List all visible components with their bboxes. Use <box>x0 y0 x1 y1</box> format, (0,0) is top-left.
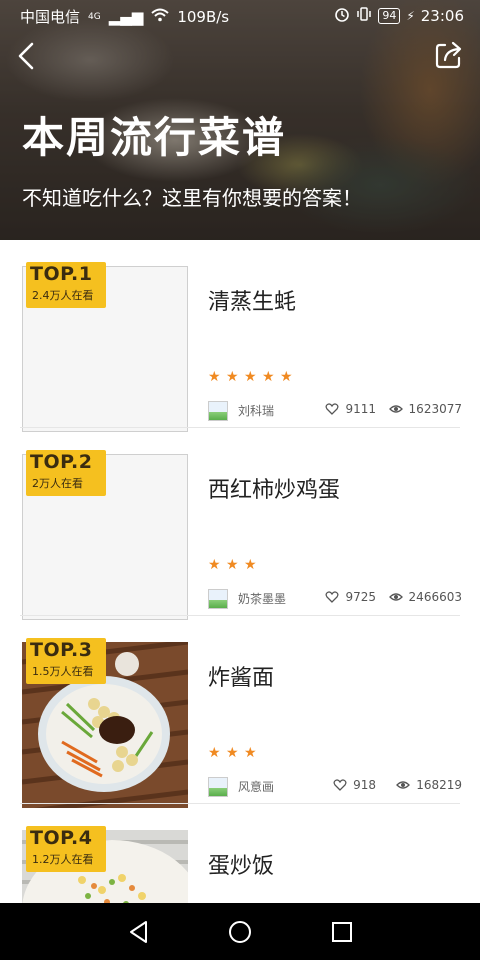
views-value: 2466603 <box>408 590 462 604</box>
eye-icon <box>388 405 403 413</box>
author-name[interactable]: 风意画 <box>238 778 274 795</box>
circle-home-icon <box>229 921 251 943</box>
heart-icon <box>333 779 347 791</box>
star-icon: ★ <box>226 745 239 761</box>
rank-badge: TOP.1 2.4万人在看 <box>26 262 106 308</box>
star-icon: ★ <box>226 369 239 385</box>
nav-recents-button[interactable] <box>329 919 355 945</box>
clock: 23:06 <box>420 7 464 25</box>
star-icon: ★ <box>208 557 221 573</box>
views-count: 1623077 <box>388 402 462 416</box>
recipe-title: 蛋炒饭 <box>208 854 275 879</box>
star-icon: ★ <box>244 369 257 385</box>
page-subtitle: 不知道吃什么？这里有你想要的答案！ <box>22 186 362 210</box>
eye-icon <box>388 593 403 601</box>
recipe-card-2[interactable]: TOP.2 2万人在看 西红柿炒鸡蛋 ★ ★ ★ 奶茶墨墨 9725 24666… <box>0 428 480 620</box>
rank-badge: TOP.2 2万人在看 <box>26 450 106 496</box>
alarm-icon <box>334 6 350 26</box>
rating-stars: ★ ★ ★ <box>208 746 258 760</box>
rank-badge: TOP.4 1.2万人在看 <box>26 826 106 872</box>
star-icon: ★ <box>244 557 257 573</box>
likes-count: 9111 <box>325 402 376 416</box>
eye-icon <box>396 781 411 789</box>
author-name[interactable]: 刘科瑞 <box>238 402 274 419</box>
network-speed: 109B/s <box>177 7 230 26</box>
charging-icon: ⚡ <box>406 9 415 23</box>
back-button[interactable] <box>14 40 42 72</box>
recipe-meta: 刘科瑞 9111 1623077 <box>208 400 462 422</box>
vibrate-icon <box>356 6 372 26</box>
likes-value: 918 <box>353 778 376 792</box>
recipe-card-3[interactable]: TOP.3 1.5万人在看 炸酱面 ★ ★ ★ 风意画 918 168219 <box>0 616 480 808</box>
square-recents-icon <box>332 922 352 942</box>
heart-icon <box>325 403 339 415</box>
avatar[interactable] <box>208 589 228 609</box>
carrier-label: 中国电信 <box>20 8 81 26</box>
viewers-label: 1.2万人在看 <box>32 853 94 866</box>
rating-stars: ★ ★ ★ <box>208 558 258 572</box>
share-icon <box>435 41 462 69</box>
system-nav-bar <box>0 903 480 960</box>
heart-icon <box>325 591 339 603</box>
author-name[interactable]: 奶茶墨墨 <box>238 590 286 607</box>
likes-count: 918 <box>333 778 376 792</box>
status-right: 94 ⚡ 23:06 <box>334 6 464 26</box>
rating-stars: ★ ★ ★ ★ ★ <box>208 370 294 384</box>
star-icon: ★ <box>208 369 221 385</box>
rank-label: TOP.1 <box>30 263 93 285</box>
star-icon: ★ <box>262 369 275 385</box>
views-count: 168219 <box>396 778 462 792</box>
recipe-title: 西红柿炒鸡蛋 <box>208 478 341 503</box>
views-count: 2466603 <box>388 590 462 604</box>
hero-banner: 中国电信 4G ▂▄▆ 109B/s 94 ⚡ 23:06 本周流行菜谱 不知道… <box>0 0 480 240</box>
star-icon: ★ <box>226 557 239 573</box>
star-icon: ★ <box>244 745 257 761</box>
star-icon: ★ <box>208 745 221 761</box>
recipe-card-1[interactable]: TOP.1 2.4万人在看 清蒸生蚝 ★ ★ ★ ★ ★ 刘科瑞 9111 16… <box>0 240 480 432</box>
recipe-card-4[interactable]: TOP.4 1.2万人在看 蛋炒饭 <box>0 804 480 903</box>
battery-indicator: 94 <box>378 8 401 24</box>
recipe-list[interactable]: TOP.1 2.4万人在看 清蒸生蚝 ★ ★ ★ ★ ★ 刘科瑞 9111 16… <box>0 240 480 903</box>
rank-label: TOP.3 <box>30 639 93 661</box>
likes-value: 9111 <box>345 402 376 416</box>
recipe-title: 炸酱面 <box>208 666 275 691</box>
page-title: 本周流行菜谱 <box>22 113 287 162</box>
viewers-label: 2万人在看 <box>32 477 83 490</box>
wifi-icon <box>151 8 169 26</box>
share-button[interactable] <box>434 40 464 70</box>
rank-badge: TOP.3 1.5万人在看 <box>26 638 106 684</box>
recipe-meta: 风意画 918 168219 <box>208 776 462 798</box>
views-value: 1623077 <box>408 402 462 416</box>
chevron-left-icon <box>18 42 34 70</box>
star-icon: ★ <box>280 369 293 385</box>
likes-count: 9725 <box>325 590 376 604</box>
recipe-meta: 奶茶墨墨 9725 2466603 <box>208 588 462 610</box>
viewers-label: 2.4万人在看 <box>32 289 94 302</box>
nav-back-button[interactable] <box>126 919 152 945</box>
likes-value: 9725 <box>345 590 376 604</box>
avatar[interactable] <box>208 777 228 797</box>
avatar[interactable] <box>208 401 228 421</box>
signal-bars-icon: ▂▄▆ <box>108 7 144 26</box>
rank-label: TOP.4 <box>30 827 93 849</box>
status-left: 中国电信 4G ▂▄▆ 109B/s <box>20 6 229 27</box>
viewers-label: 1.5万人在看 <box>32 665 94 678</box>
triangle-back-icon <box>130 921 147 943</box>
recipe-title: 清蒸生蚝 <box>208 290 297 315</box>
status-bar: 中国电信 4G ▂▄▆ 109B/s 94 ⚡ 23:06 <box>0 0 480 32</box>
views-value: 168219 <box>416 778 462 792</box>
rank-label: TOP.2 <box>30 451 93 473</box>
signal-icon: 4G <box>88 11 101 22</box>
nav-home-button[interactable] <box>227 919 253 945</box>
